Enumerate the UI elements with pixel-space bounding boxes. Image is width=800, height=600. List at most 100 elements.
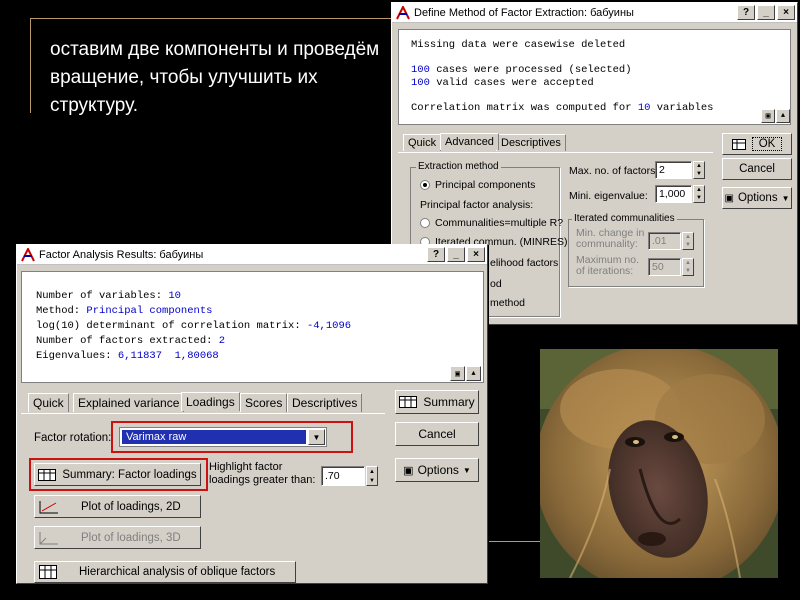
max-factors-stepper[interactable]: ▲ ▼ — [693, 161, 705, 179]
method-option-label-1: od — [490, 278, 502, 290]
statistica-icon — [396, 5, 410, 19]
results-summary-label: Summary — [423, 395, 475, 409]
chevron-down-icon: ▼ — [462, 465, 471, 475]
ok-label: OK — [751, 137, 783, 151]
spin-down-icon: ▼ — [685, 242, 691, 248]
minimize-button[interactable]: _ — [447, 247, 465, 262]
hierarchical-analysis-button[interactable]: Hierarchical analysis of oblique factors — [34, 561, 296, 583]
plot-loadings-3d-button[interactable]: Plot of loadings, 3D — [34, 526, 201, 549]
output-valid-line: 100 valid cases were accepted — [411, 77, 594, 89]
output-num-vars-line: Number of variables: 10 — [36, 290, 181, 302]
chevron-down-icon[interactable]: ▼ — [308, 429, 325, 445]
baboon-image — [540, 349, 778, 578]
spin-up-icon: ▲ — [685, 234, 691, 240]
baboon-photo — [540, 349, 778, 578]
min-change-label: Min. change in communality: — [576, 227, 645, 250]
corr-count: 10 — [637, 102, 651, 114]
max-factors-input[interactable]: 2 — [655, 161, 692, 179]
hierarchical-analysis-label: Hierarchical analysis of oblique factors — [79, 566, 276, 578]
slide-text: оставим две компоненты и проведём вращен… — [50, 39, 380, 116]
factor-rotation-label: Factor rotation: — [34, 432, 112, 444]
define-cancel-button[interactable]: Cancel — [722, 158, 792, 180]
min-change-stepper[interactable]: ▲ ▼ — [682, 232, 694, 250]
results-tab-quick[interactable]: Quick — [28, 393, 69, 412]
extracted-label: Number of factors extracted: — [36, 335, 219, 347]
output-extracted-line: Number of factors extracted: 2 — [36, 335, 225, 347]
eigen-label: Eigenvalues: — [36, 350, 118, 362]
close-button[interactable]: × — [467, 247, 485, 262]
highlight-loadings-label: Highlight factor loadings greater than: — [209, 461, 316, 486]
method-label: Method: — [36, 305, 87, 317]
plot-loadings-2d-button[interactable]: Plot of loadings, 2D — [34, 495, 201, 518]
close-button[interactable]: × — [777, 5, 795, 20]
window-title: Define Method of Factor Extraction: бабу… — [414, 6, 634, 19]
valid-text: valid cases were accepted — [429, 77, 594, 89]
ok-button[interactable]: OK — [722, 133, 792, 155]
results-tab-descriptives[interactable]: Descriptives — [287, 393, 363, 412]
min-eigenvalue-input[interactable]: 1,000 — [655, 185, 692, 203]
output-missing-line: Missing data were casewise deleted — [411, 39, 626, 51]
output-cases-line: 100 cases were processed (selected) — [411, 64, 632, 76]
define-tab-quick[interactable]: Quick — [403, 134, 442, 151]
radio-communalities[interactable] — [420, 218, 430, 228]
factor-rotation-value: Varimax raw — [122, 430, 306, 444]
plot-loadings-3d-label: Plot of loadings, 3D — [81, 531, 181, 544]
summary-factor-loadings-button[interactable]: Summary: Factor loadings — [34, 463, 201, 486]
method-option-label-2: method — [490, 297, 526, 309]
3d-plot-icon — [39, 531, 58, 544]
results-window: Factor Analysis Results: бабуины ? _ × N… — [16, 244, 488, 584]
results-tab-loadings[interactable]: Loadings — [181, 392, 240, 411]
results-titlebar: Factor Analysis Results: бабуины ? _ × — [17, 245, 487, 265]
options-label: Options — [737, 192, 778, 204]
scatter-plot-icon — [39, 500, 58, 513]
highlight-loadings-stepper[interactable]: ▲ ▼ — [366, 466, 378, 486]
scroll-up-button[interactable]: ▲ — [776, 109, 790, 123]
spin-up-icon: ▲ — [696, 163, 702, 169]
define-tab-advanced[interactable]: Advanced — [440, 133, 499, 150]
results-tab-explained-variance[interactable]: Explained variance — [73, 393, 185, 412]
spin-up-icon: ▲ — [369, 468, 375, 475]
decorative-line-top — [30, 18, 395, 19]
results-options-button[interactable]: ▣ Options ▼ — [395, 458, 479, 482]
help-button[interactable]: ? — [427, 247, 445, 262]
options-label: Options — [417, 463, 459, 477]
options-icon: ▣ — [403, 464, 414, 477]
log-label: log(10) determinant of correlation matri… — [36, 320, 307, 332]
chevron-down-icon: ▼ — [781, 193, 790, 203]
max-iterations-stepper[interactable]: ▲ ▼ — [682, 258, 694, 276]
min-change-input[interactable]: .01 — [648, 232, 681, 250]
minimize-button[interactable]: _ — [757, 5, 775, 20]
spin-down-icon: ▼ — [696, 171, 702, 177]
principal-factor-label: Principal factor analysis: — [420, 199, 534, 211]
results-cancel-button[interactable]: Cancel — [395, 422, 479, 446]
num-vars-label: Number of variables: — [36, 290, 169, 302]
copy-output-button[interactable]: ▣ — [450, 366, 465, 381]
define-options-button[interactable]: ▣ Options ▼ — [722, 187, 792, 209]
valid-count: 100 — [411, 77, 430, 89]
copy-output-button[interactable]: ▣ — [761, 109, 775, 123]
define-tab-line — [398, 152, 713, 153]
communalities-label: Communalities=multiple R? — [435, 217, 564, 229]
max-iterations-label: Maximum no. of iterations: — [576, 254, 640, 277]
results-summary-button[interactable]: Summary — [395, 390, 479, 414]
define-output-panel: Missing data were casewise deleted 100 c… — [398, 29, 791, 125]
radio-principal-components[interactable] — [420, 180, 430, 190]
table-icon — [38, 468, 57, 481]
table-icon — [399, 396, 418, 408]
max-factors-label: Max. no. of factors: — [569, 165, 659, 177]
max-iterations-input[interactable]: 50 — [648, 258, 681, 276]
results-tab-line — [21, 413, 385, 414]
cases-count: 100 — [411, 64, 430, 76]
min-eigenvalue-label: Mini. eigenvalue: — [569, 190, 648, 202]
help-button[interactable]: ? — [737, 5, 755, 20]
min-eigenvalue-stepper[interactable]: ▲ ▼ — [693, 185, 705, 203]
results-tab-scores[interactable]: Scores — [240, 393, 288, 412]
spin-down-icon: ▼ — [369, 477, 375, 484]
corr-text: Correlation matrix was computed for — [411, 102, 638, 114]
highlight-loadings-input[interactable]: .70 — [321, 466, 365, 486]
define-method-titlebar: Define Method of Factor Extraction: бабу… — [392, 3, 797, 23]
scroll-up-button[interactable]: ▲ — [466, 366, 481, 381]
options-icon: ▣ — [724, 192, 734, 204]
factor-rotation-select[interactable]: Varimax raw ▼ — [119, 427, 327, 447]
define-tab-descriptives[interactable]: Descriptives — [496, 134, 566, 151]
